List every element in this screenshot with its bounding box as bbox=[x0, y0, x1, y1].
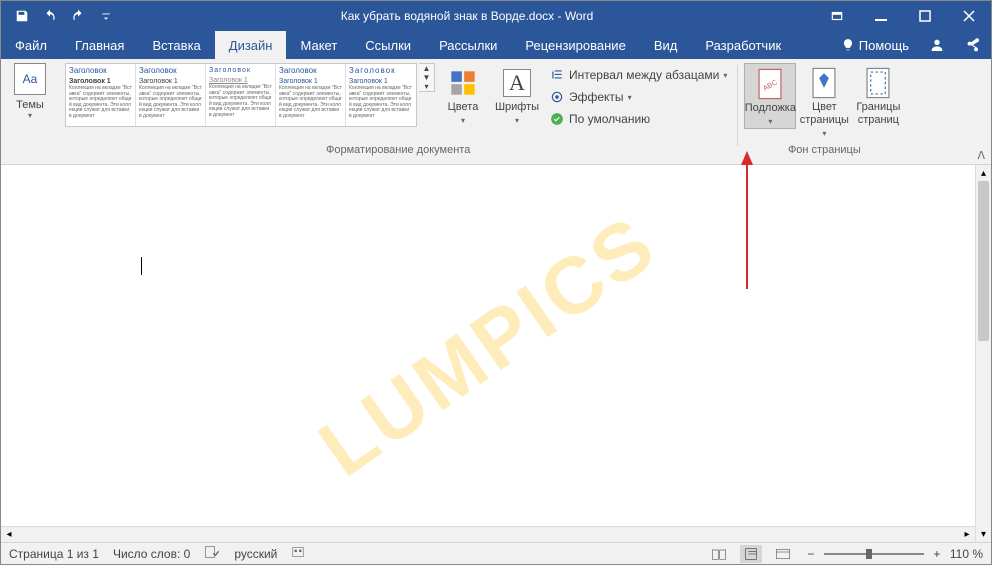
horizontal-scrollbar[interactable]: ◂ ▸ bbox=[1, 526, 975, 542]
tab-developer[interactable]: Разработчик bbox=[691, 31, 795, 59]
style-thumb[interactable]: Заголовок Заголовок 1 Коллекция на вклад… bbox=[346, 64, 416, 126]
page-color-icon bbox=[808, 65, 840, 101]
tab-references[interactable]: Ссылки bbox=[351, 31, 425, 59]
tell-me-label: Помощь bbox=[859, 38, 909, 53]
collapse-ribbon-icon[interactable]: ᐱ bbox=[977, 149, 985, 162]
scroll-thumb[interactable] bbox=[978, 181, 989, 341]
tab-insert[interactable]: Вставка bbox=[138, 31, 214, 59]
group-doc-formatting: Заголовок Заголовок 1 Коллекция на вклад… bbox=[59, 59, 737, 164]
gallery-up-icon[interactable]: ▲ bbox=[419, 64, 434, 73]
style-thumb[interactable]: Заголовок Заголовок 1 Коллекция на вклад… bbox=[136, 64, 206, 126]
zoom-out-button[interactable]: − bbox=[804, 547, 818, 561]
style-thumb[interactable]: Заголовок Заголовок 1 Коллекция на вклад… bbox=[276, 64, 346, 126]
status-language[interactable]: русский bbox=[234, 547, 277, 561]
vertical-scrollbar[interactable]: ▴ ▾ bbox=[975, 165, 991, 542]
macro-icon[interactable] bbox=[291, 545, 305, 562]
close-icon[interactable] bbox=[947, 1, 991, 31]
tab-layout[interactable]: Макет bbox=[286, 31, 351, 59]
style-gallery[interactable]: Заголовок Заголовок 1 Коллекция на вклад… bbox=[65, 63, 417, 127]
spellcheck-icon[interactable] bbox=[204, 545, 220, 562]
document-page[interactable]: LUMPICS bbox=[1, 165, 975, 526]
ribbon: Aa Темы ▾ Заголовок Заголовок 1 Коллекци… bbox=[1, 59, 991, 165]
maximize-icon[interactable] bbox=[903, 1, 947, 31]
status-page[interactable]: Страница 1 из 1 bbox=[9, 547, 99, 561]
fonts-icon: A bbox=[501, 65, 533, 101]
page-color-button[interactable]: Цвет страницы ▾ bbox=[798, 63, 850, 141]
colors-icon bbox=[447, 65, 479, 101]
gallery-down-icon[interactable]: ▼ bbox=[419, 73, 434, 82]
text-cursor bbox=[141, 257, 142, 275]
watermark-icon: ABC bbox=[754, 66, 786, 102]
print-layout-icon[interactable] bbox=[740, 545, 762, 563]
themes-icon: Aa bbox=[14, 63, 46, 95]
tab-view[interactable]: Вид bbox=[640, 31, 692, 59]
colors-button[interactable]: Цвета▾ bbox=[437, 63, 489, 127]
style-thumb[interactable]: Заголовок Заголовок 1 Коллекция на вклад… bbox=[206, 64, 276, 126]
window-controls bbox=[815, 1, 991, 31]
paragraph-spacing-icon bbox=[549, 67, 565, 83]
page-container: LUMPICS ◂ ▸ bbox=[1, 165, 975, 542]
themes-button[interactable]: Aa Темы ▾ bbox=[7, 63, 53, 120]
web-layout-icon[interactable] bbox=[772, 545, 794, 563]
zoom-control: − + 110 % bbox=[804, 547, 983, 561]
group-page-background: ABC Подложка▾ Цвет страницы ▾ Границы ст… bbox=[738, 59, 910, 164]
gallery-scroll: ▲ ▼ ▾ bbox=[419, 63, 435, 92]
gallery-more-icon[interactable]: ▾ bbox=[419, 82, 434, 91]
status-bar: Страница 1 из 1 Число слов: 0 русский − … bbox=[1, 542, 991, 564]
redo-icon[interactable] bbox=[65, 2, 91, 30]
tab-mailings[interactable]: Рассылки bbox=[425, 31, 511, 59]
window-title: Как убрать водяной знак в Ворде.docx - W… bbox=[119, 9, 815, 23]
minimize-icon[interactable] bbox=[859, 1, 903, 31]
status-word-count[interactable]: Число слов: 0 bbox=[113, 547, 190, 561]
ribbon-tabs: Файл Главная Вставка Дизайн Макет Ссылки… bbox=[1, 31, 991, 59]
scroll-down-icon[interactable]: ▾ bbox=[976, 526, 991, 542]
tab-home[interactable]: Главная bbox=[61, 31, 138, 59]
effects-button[interactable]: Эффекты ▾ bbox=[545, 87, 731, 107]
set-default-button[interactable]: По умолчанию bbox=[545, 109, 731, 129]
share-icon[interactable] bbox=[955, 31, 991, 59]
undo-icon[interactable] bbox=[37, 2, 63, 30]
ribbon-display-icon[interactable] bbox=[815, 1, 859, 31]
tab-file[interactable]: Файл bbox=[1, 31, 61, 59]
page-borders-button[interactable]: Границы страниц bbox=[852, 63, 904, 127]
scroll-up-icon[interactable]: ▴ bbox=[976, 165, 991, 181]
group-themes: Aa Темы ▾ bbox=[1, 59, 59, 164]
title-bar: Как убрать водяной знак в Ворде.docx - W… bbox=[1, 1, 991, 31]
zoom-in-button[interactable]: + bbox=[930, 547, 944, 561]
zoom-slider[interactable] bbox=[824, 553, 924, 555]
effects-icon bbox=[549, 89, 565, 105]
document-area: LUMPICS ◂ ▸ ▴ ▾ bbox=[1, 165, 991, 542]
tell-me[interactable]: Помощь bbox=[831, 31, 919, 59]
tab-review[interactable]: Рецензирование bbox=[511, 31, 639, 59]
qat-customize-icon[interactable] bbox=[93, 2, 119, 30]
lightbulb-icon bbox=[841, 38, 855, 52]
read-mode-icon[interactable] bbox=[708, 545, 730, 563]
app-window: Как убрать водяной знак в Ворде.docx - W… bbox=[0, 0, 992, 565]
save-icon[interactable] bbox=[9, 2, 35, 30]
tab-design[interactable]: Дизайн bbox=[215, 31, 287, 59]
watermark-text: LUMPICS bbox=[303, 197, 674, 495]
account-icon[interactable] bbox=[919, 31, 955, 59]
scroll-left-icon[interactable]: ◂ bbox=[1, 527, 17, 542]
quick-access-toolbar bbox=[1, 2, 119, 30]
scroll-right-icon[interactable]: ▸ bbox=[959, 527, 975, 542]
fonts-button[interactable]: A Шрифты▾ bbox=[491, 63, 543, 127]
watermark-button[interactable]: ABC Подложка▾ bbox=[744, 63, 796, 129]
zoom-level[interactable]: 110 % bbox=[950, 547, 983, 561]
style-thumb[interactable]: Заголовок Заголовок 1 Коллекция на вклад… bbox=[66, 64, 136, 126]
paragraph-spacing-button[interactable]: Интервал между абзацами ▾ bbox=[545, 65, 731, 85]
doc-format-options: Интервал между абзацами ▾ Эффекты ▾ bbox=[545, 63, 731, 129]
page-borders-icon bbox=[862, 65, 894, 101]
check-icon bbox=[549, 111, 565, 127]
